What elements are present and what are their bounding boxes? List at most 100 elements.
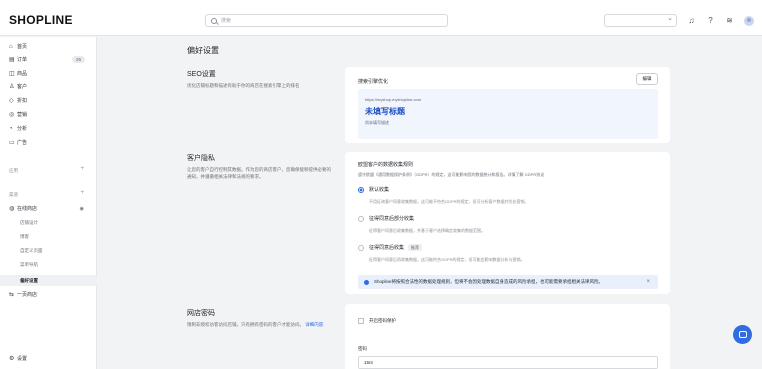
- radio-selected[interactable]: [358, 186, 364, 193]
- privacy-section-title: 客户隐私: [187, 155, 215, 162]
- radio-desc: 不用征询客户同意收集数据，这可能不符合GDPR的规定，但可分析客户数据并优化营销…: [369, 199, 529, 204]
- recommended-tag: 推荐: [408, 244, 423, 251]
- search-placeholder: 搜索: [221, 18, 232, 24]
- sub-item-blog[interactable]: 博客: [0, 231, 97, 242]
- sidebar-item-one-page-store[interactable]: ⇆ 一页商店: [0, 289, 97, 300]
- sidebar-item-label: 一页商店: [17, 292, 38, 298]
- radio-desc: 征得客户同意后再收集数据，这可能符合GDPR的规定，但可能会影响数据分析与营销。: [369, 257, 525, 262]
- privacy-card-subtitle: 遵守欧盟《通用数据保护条例》（GDPR）的规定，这可能影响您的数据统计和报告。详…: [358, 172, 545, 177]
- radio-unselected[interactable]: [358, 215, 364, 222]
- help-icon[interactable]: ?: [706, 16, 715, 25]
- orders-icon: ▤: [9, 57, 15, 63]
- sub-item-store-design[interactable]: 店铺设计: [0, 217, 97, 228]
- chat-icon: [738, 331, 747, 338]
- store-select[interactable]: [604, 14, 677, 27]
- home-icon: ⌂: [9, 43, 13, 50]
- sidebar-item-label: 订单: [17, 57, 28, 63]
- sidebar-item-online-store[interactable]: ◍ 在线商店 ◉: [0, 203, 97, 214]
- seo-section-desc: 优化店铺标题和描述有助于你的商店在搜索引擎上的排名: [187, 83, 300, 88]
- channels-section-label: 渠道: [9, 192, 18, 197]
- avatar[interactable]: [744, 15, 754, 26]
- password-detail-link[interactable]: 详细内容: [305, 322, 323, 327]
- notice-text: Shopline将按照合法性的数据处理规则，但将不会因处理数据自身造成的风险承担…: [374, 279, 604, 284]
- password-section-title: 网店密码: [187, 310, 215, 317]
- chat-support-button[interactable]: [733, 325, 752, 344]
- radio-label: 征得同意后部分收集: [369, 216, 415, 222]
- shopline-logo[interactable]: SHOPLINE: [9, 13, 73, 27]
- radio-option-default[interactable]: 默认收集: [358, 186, 389, 193]
- sidebar-item-label: 首页: [17, 44, 28, 50]
- radio-label: 默认收集: [369, 187, 390, 193]
- sidebar-item-label: 商品: [17, 71, 28, 77]
- seo-edit-button[interactable]: 编辑: [636, 73, 658, 85]
- radio-unselected[interactable]: [358, 244, 364, 251]
- customers-icon: ♙: [9, 84, 15, 90]
- sidebar-item-label: 分析: [17, 126, 28, 132]
- products-icon: ◫: [9, 71, 15, 77]
- bell-icon[interactable]: ♫: [687, 16, 696, 25]
- sidebar-item-label: 在线商店: [17, 206, 38, 212]
- sub-item-custom-pages[interactable]: 自定义页面: [0, 245, 97, 256]
- ads-icon: ▭: [9, 140, 15, 146]
- sidebar-item-discounts[interactable]: ◇ 折扣: [0, 95, 97, 106]
- sidebar-item-label: 折扣: [17, 98, 28, 104]
- page-title: 偏好设置: [187, 46, 219, 55]
- password-protect-checkbox[interactable]: 开启密码保护: [358, 318, 396, 324]
- radio-label: 征得同意后收集: [369, 245, 405, 251]
- apps-add-icon[interactable]: +: [80, 166, 84, 172]
- sidebar-item-label: 营销: [17, 112, 28, 118]
- search-input[interactable]: 搜索: [205, 14, 448, 27]
- seo-card: 搜索引擎优化 编辑 https://myshop.myshopline.com …: [345, 67, 670, 143]
- close-icon[interactable]: ×: [646, 279, 650, 285]
- preview-url: https://myshop.myshopline.com: [365, 97, 422, 102]
- sidebar-item-label: 客户: [17, 84, 28, 90]
- seo-card-title: 搜索引擎优化: [358, 79, 389, 85]
- radio-option-consent[interactable]: 征得同意后收集 推荐: [358, 244, 423, 251]
- privacy-notice: Shopline将按照合法性的数据处理规则，但将不会因处理数据自身造成的风险承担…: [358, 275, 658, 289]
- preview-title: 未填写标题: [365, 107, 405, 116]
- top-bar: SHOPLINE 搜索 ♫ ? ≋: [0, 0, 762, 36]
- sidebar: ⌂ 首页 ▤ 订单 26 ◫ 商品 ♙ 客户 ◇ 折扣 ◎ 营销 ◔ 分析 ▭ 广告 应用 + 渠…: [0, 37, 97, 369]
- sidebar-item-home[interactable]: ⌂ 首页: [0, 41, 97, 52]
- password-section-desc: 限制非授权访客访问店铺，只有拥有密码的客户才能访问。 详细内容: [187, 321, 332, 328]
- privacy-card: 欧盟客户的数据收集规则 遵守欧盟《通用数据保护条例》（GDPR）的规定，这可能影…: [345, 152, 670, 294]
- discount-icon: ◇: [9, 98, 14, 104]
- checkbox-label: 开启密码保护: [369, 318, 396, 323]
- password-field[interactable]: 15nt: [358, 356, 658, 369]
- top-right-actions: ♫ ? ≋: [604, 14, 754, 27]
- sub-item-menu-nav[interactable]: 菜单导航: [0, 259, 97, 270]
- privacy-card-title: 欧盟客户的数据收集规则: [358, 162, 414, 168]
- sidebar-item-label: 广告: [17, 140, 28, 146]
- password-desc-text: 限制非授权访客访问店铺，只有拥有密码的客户才能访问。: [187, 322, 304, 327]
- sidebar-item-marketing[interactable]: ◎ 营销: [0, 109, 97, 120]
- apps-section-label: 应用: [9, 168, 18, 173]
- eye-icon[interactable]: ◉: [80, 206, 84, 212]
- sidebar-item-products[interactable]: ◫ 商品: [0, 68, 97, 79]
- analytics-icon: ◔: [9, 125, 13, 132]
- sidebar-item-analytics[interactable]: ◔ 分析: [0, 123, 97, 134]
- password-card: 开启密码保护 密码 15nt: [345, 304, 670, 369]
- orders-count-badge: 26: [71, 56, 85, 63]
- preview-desc: 尚未填写描述: [365, 120, 389, 125]
- radio-desc: 征得客户同意后收集数据，并基于客户选择确定收集的数据范围。: [369, 228, 485, 233]
- privacy-section-desc: 让您的客户自行控制其数据。作为您的商店客户，您确保能够提供必要的通知，并遵循相关…: [187, 167, 331, 179]
- search-icon: [211, 17, 217, 24]
- sidebar-item-label: 设置: [17, 356, 28, 362]
- sidebar-item-settings[interactable]: ⚙ 设置: [0, 353, 97, 364]
- wifi-icon[interactable]: ≋: [725, 16, 734, 25]
- seo-preview: https://myshop.myshopline.com 未填写标题 尚未填写…: [358, 89, 658, 139]
- sidebar-item-customers[interactable]: ♙ 客户: [0, 81, 97, 92]
- sidebar-item-orders[interactable]: ▤ 订单 26: [0, 54, 97, 65]
- sub-item-preferences[interactable]: 偏好设置: [0, 275, 97, 286]
- password-field-label: 密码: [358, 346, 367, 351]
- marketing-icon: ◎: [9, 112, 15, 118]
- seo-section-title: SEO设置: [187, 71, 216, 78]
- checkbox[interactable]: [358, 318, 364, 324]
- one-page-store-icon: ⇆: [9, 292, 15, 298]
- radio-option-partial[interactable]: 征得同意后部分收集: [358, 215, 414, 222]
- info-icon: [364, 279, 369, 285]
- gear-icon: ⚙: [9, 356, 15, 362]
- sidebar-item-ads[interactable]: ▭ 广告: [0, 137, 97, 148]
- store-icon: ◍: [9, 206, 15, 212]
- channels-add-icon[interactable]: +: [80, 190, 84, 196]
